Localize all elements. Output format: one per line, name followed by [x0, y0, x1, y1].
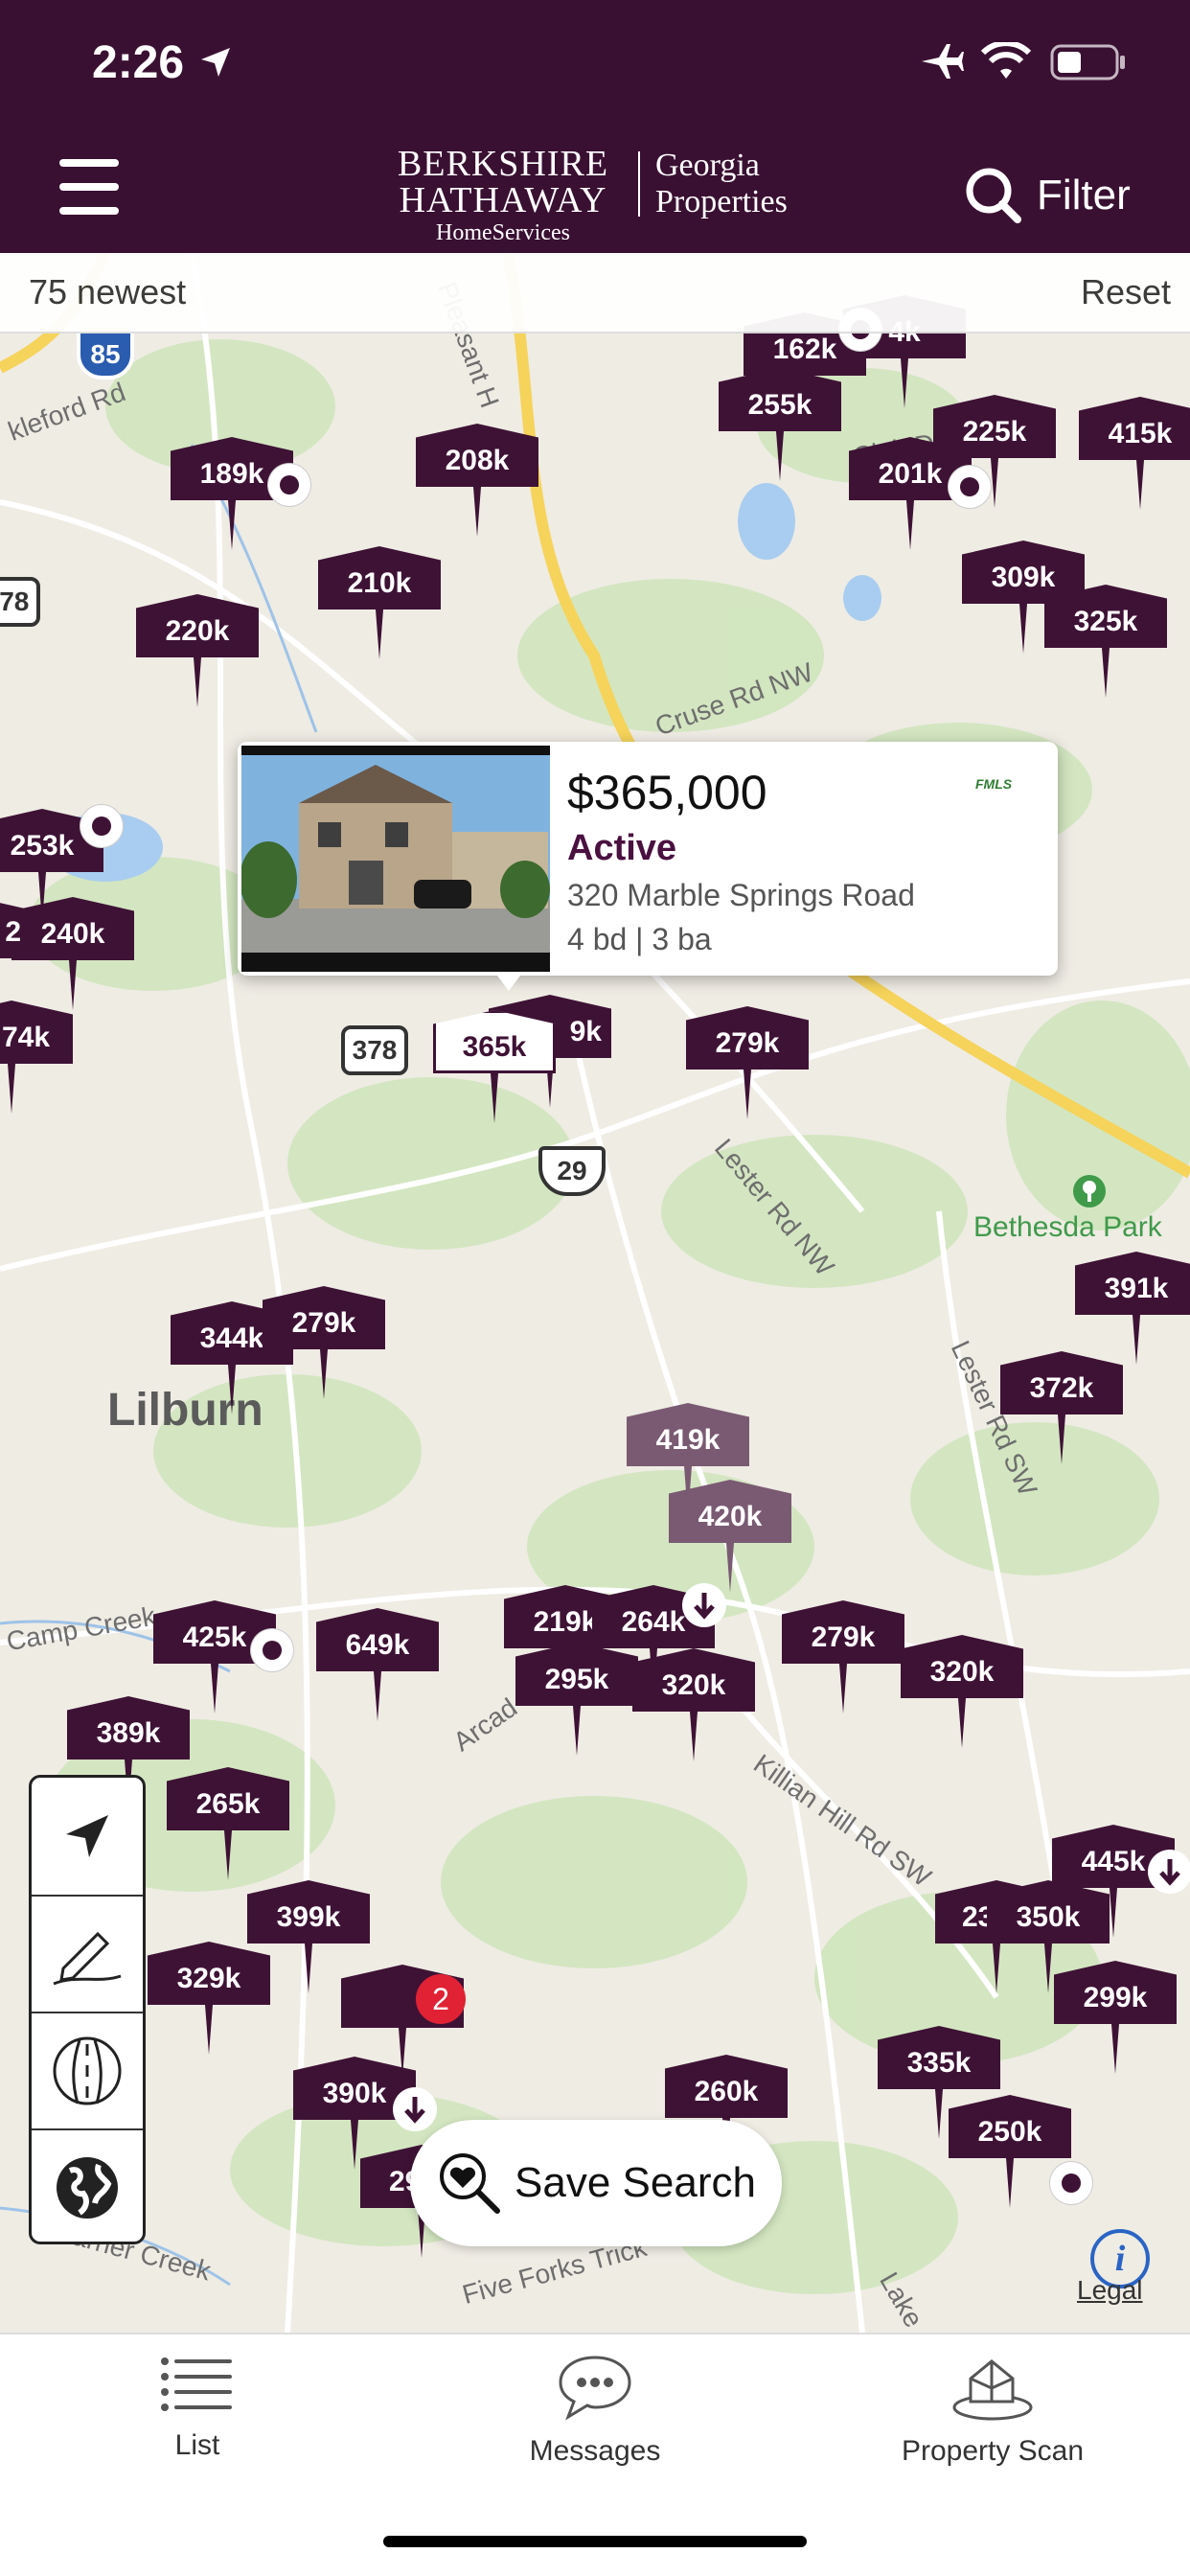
- open-house-dot: [949, 466, 991, 508]
- open-house-dot: [80, 805, 123, 847]
- property-pin[interactable]: 220k: [136, 594, 259, 707]
- property-pin[interactable]: 250k: [949, 2095, 1071, 2208]
- brand-line1: BERKSHIRE: [397, 144, 609, 184]
- mls-logo: FMLS: [975, 776, 1013, 792]
- listing-price: $365,000: [567, 766, 767, 819]
- property-pin[interactable]: 350k: [987, 1880, 1110, 1993]
- brand-region2: Properties: [655, 184, 788, 219]
- property-pin[interactable]: 320k: [632, 1648, 755, 1761]
- property-pin[interactable]: 335k: [878, 2026, 1000, 2139]
- property-pin[interactable]: 240k: [11, 897, 134, 1010]
- property-map[interactable]: kleford Rd Pleasant H Cruse Rd NW Club D…: [0, 253, 1190, 2333]
- listing-popup[interactable]: $365,000 Active 320 Marble Springs Road …: [238, 742, 1058, 991]
- heart-search-icon: [440, 2153, 501, 2214]
- filter-label: Filter: [1037, 172, 1131, 218]
- house-scan-icon: [952, 2359, 1033, 2421]
- route-shield: 378: [341, 1025, 408, 1075]
- price-drop-icon: [393, 2087, 437, 2131]
- brand-line2: HATHAWAY: [399, 180, 607, 220]
- property-pin[interactable]: 389k: [67, 1696, 190, 1809]
- home-indicator: [383, 2536, 807, 2547]
- property-pin[interactable]: 295k: [515, 1643, 638, 1756]
- property-pin[interactable]: 329k: [148, 1942, 270, 2055]
- tab-property-scan[interactable]: Property Scan: [849, 2354, 1136, 2468]
- map-tools: [29, 1775, 146, 2244]
- listing-status: Active: [567, 828, 677, 868]
- results-bar: 75 newest Reset: [0, 253, 1190, 334]
- road-icon: [53, 2036, 122, 2105]
- open-house-dot: [1050, 2162, 1092, 2204]
- brand-logo: BERKSHIRE HATHAWAY HomeServices Georgia …: [383, 144, 805, 245]
- price-drop-icon: [1148, 1850, 1190, 1894]
- save-search-label: Save Search: [515, 2159, 756, 2206]
- property-pin[interactable]: 399k: [247, 1880, 370, 1993]
- route-shield: 378: [0, 577, 40, 627]
- open-house-dot: [251, 1629, 293, 1671]
- status-time: 2:26: [92, 37, 185, 88]
- app-header: 2:26 BERKSHIRE HATHAWAY HomeServices Geo…: [0, 0, 1190, 253]
- brand-line3: HomeServices: [436, 220, 570, 245]
- property-pin[interactable]: 74k: [0, 1000, 73, 1114]
- city-label: Lilburn: [107, 1385, 263, 1436]
- listing-photo: [241, 746, 550, 972]
- park-label: Bethesda Park: [973, 1211, 1162, 1243]
- property-pin[interactable]: 325k: [1044, 585, 1167, 698]
- property-pin[interactable]: 2: [0, 895, 27, 958]
- interstate-shield: 85: [77, 330, 134, 380]
- current-location-button[interactable]: [32, 1778, 143, 1895]
- hamburger-menu-icon[interactable]: [59, 159, 119, 215]
- legal-link[interactable]: Legal: [1077, 2275, 1143, 2306]
- property-pin[interactable]: 255k: [719, 368, 841, 481]
- property-pin[interactable]: 420k: [669, 1480, 791, 1593]
- property-pin[interactable]: 208k: [416, 424, 538, 537]
- property-pin[interactable]: 415k: [1079, 397, 1190, 510]
- property-pin[interactable]: 260k: [665, 2055, 788, 2168]
- property-pin[interactable]: 391k: [1075, 1252, 1190, 1365]
- navigation-arrow-icon: [66, 1815, 108, 1857]
- battery-icon: [1050, 44, 1125, 80]
- price-drop-icon: [682, 1583, 726, 1627]
- map-type-button[interactable]: [32, 2128, 143, 2245]
- tab-messages[interactable]: Messages: [451, 2354, 739, 2468]
- property-pin[interactable]: 419k: [627, 1403, 749, 1516]
- brand-region1: Georgia: [655, 148, 760, 183]
- listing-address: 320 Marble Springs Road: [567, 878, 915, 912]
- tab-messages-label: Messages: [529, 2435, 661, 2467]
- property-pin[interactable]: 279k: [782, 1600, 904, 1714]
- property-pin[interactable]: 279k: [686, 1006, 809, 1119]
- property-pin[interactable]: 210k: [318, 546, 441, 659]
- wifi-icon: [981, 42, 1031, 79]
- tab-list[interactable]: List: [54, 2354, 341, 2462]
- us-route-shield: 29: [538, 1146, 606, 1196]
- save-search-button[interactable]: Save Search: [410, 2120, 782, 2246]
- open-house-dot: [268, 464, 310, 506]
- commute-button[interactable]: [32, 2012, 143, 2128]
- park-icon: [1073, 1175, 1106, 1208]
- brand-separator: [638, 151, 640, 217]
- airplane-icon: [922, 44, 964, 79]
- pencil-icon: [53, 1931, 122, 1986]
- listing-beds-baths: 4 bd | 3 ba: [567, 922, 712, 956]
- property-pin-selected[interactable]: 365k: [433, 1010, 556, 1123]
- property-pin[interactable]: 265k: [167, 1767, 289, 1880]
- property-pin[interactable]: 299k: [1054, 1961, 1177, 2074]
- cluster-count-badge: 2: [416, 1974, 466, 2024]
- tab-property-scan-label: Property Scan: [901, 2435, 1085, 2467]
- property-pin[interactable]: 320k: [901, 1635, 1023, 1748]
- reset-button[interactable]: Reset: [1081, 272, 1171, 312]
- filter-button[interactable]: Filter: [964, 165, 1131, 226]
- globe-icon: [57, 2157, 118, 2219]
- property-pin[interactable]: 372k: [1000, 1351, 1123, 1464]
- location-arrow-icon: [201, 48, 230, 77]
- property-pin[interactable]: 279k: [263, 1286, 385, 1399]
- property-pin[interactable]: 649k: [316, 1608, 439, 1721]
- search-icon: [966, 168, 1021, 223]
- tab-list-label: List: [174, 2429, 220, 2461]
- draw-area-button[interactable]: [32, 1895, 143, 2012]
- list-icon: [161, 2358, 232, 2411]
- chat-bubble-icon: [559, 2356, 631, 2421]
- results-count: 75 newest: [29, 272, 187, 311]
